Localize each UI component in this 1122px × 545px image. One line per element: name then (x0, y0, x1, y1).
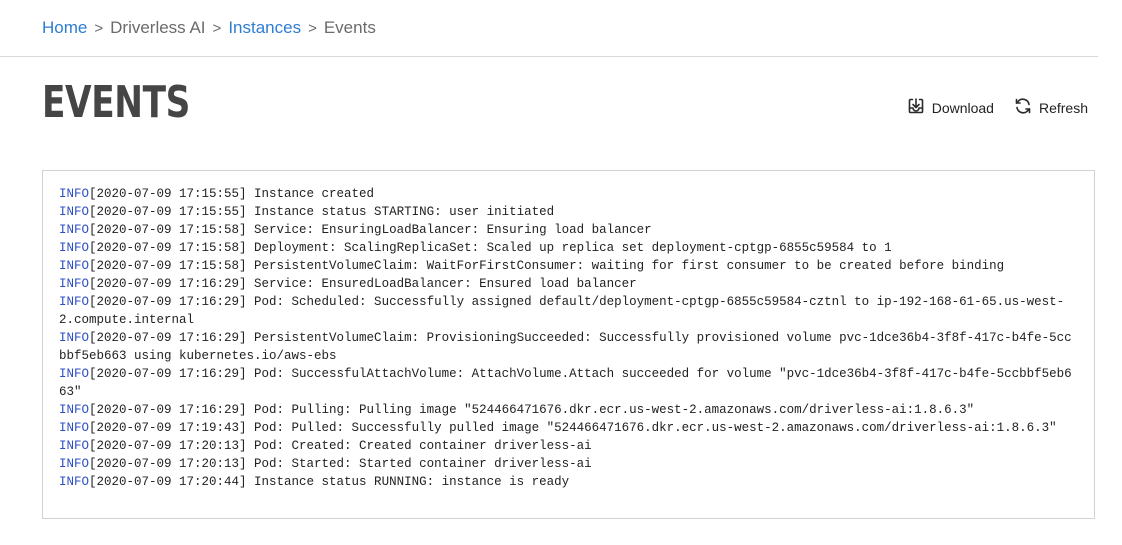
refresh-button[interactable]: Refresh (1014, 97, 1088, 118)
log-message: [2020-07-09 17:15:58] Service: EnsuringL… (89, 223, 652, 237)
log-message: [2020-07-09 17:16:29] Pod: Scheduled: Su… (59, 295, 1065, 327)
header-divider (0, 56, 1098, 57)
download-label: Download (931, 99, 994, 116)
log-line: INFO[2020-07-09 17:16:29] Pod: Scheduled… (59, 293, 1079, 329)
chevron-right-icon: > (212, 19, 222, 37)
log-line: INFO[2020-07-09 17:15:55] Instance statu… (59, 203, 1079, 221)
refresh-icon (1014, 97, 1039, 118)
log-level: INFO (59, 475, 90, 489)
breadcrumb-current-events: Events (323, 18, 376, 37)
log-message: [2020-07-09 17:15:55] Instance created (89, 187, 375, 201)
log-line: INFO[2020-07-09 17:16:29] Pod: Successfu… (59, 365, 1079, 401)
download-icon (907, 97, 932, 118)
log-line: INFO[2020-07-09 17:15:58] Deployment: Sc… (59, 239, 1079, 257)
breadcrumb: Home > Driverless AI > Instances > Event… (42, 17, 376, 39)
log-level: INFO (59, 439, 90, 453)
log-line: INFO[2020-07-09 17:20:13] Pod: Created: … (59, 437, 1079, 455)
log-message: [2020-07-09 17:15:58] PersistentVolumeCl… (89, 259, 1005, 273)
breadcrumb-instances-link[interactable]: Instances (228, 18, 301, 38)
event-log-panel[interactable]: INFO[2020-07-09 17:15:55] Instance creat… (42, 170, 1095, 519)
log-level: INFO (59, 205, 90, 219)
log-level: INFO (59, 277, 90, 291)
download-button[interactable]: Download (907, 97, 994, 118)
log-line: INFO[2020-07-09 17:15:58] Service: Ensur… (59, 221, 1079, 239)
log-line: INFO[2020-07-09 17:16:29] Service: Ensur… (59, 275, 1079, 293)
log-message: [2020-07-09 17:19:43] Pod: Pulled: Succe… (89, 421, 1057, 435)
chevron-right-icon: > (94, 19, 104, 37)
log-level: INFO (59, 331, 90, 345)
log-message: [2020-07-09 17:16:29] Service: EnsuredLo… (89, 277, 637, 291)
log-message: [2020-07-09 17:16:29] Pod: SuccessfulAtt… (59, 367, 1072, 399)
breadcrumb-driverless-ai: Driverless AI (110, 18, 206, 37)
log-message: [2020-07-09 17:20:44] Instance status RU… (89, 475, 570, 489)
log-message: [2020-07-09 17:15:58] Deployment: Scalin… (89, 241, 892, 255)
log-level: INFO (59, 367, 90, 381)
log-line: INFO[2020-07-09 17:20:13] Pod: Started: … (59, 455, 1079, 473)
log-message: [2020-07-09 17:16:29] PersistentVolumeCl… (59, 331, 1072, 363)
breadcrumb-home-link[interactable]: Home (42, 18, 87, 38)
refresh-label: Refresh (1038, 99, 1088, 116)
chevron-right-icon: > (308, 19, 317, 37)
log-level: INFO (59, 421, 90, 435)
log-line: INFO[2020-07-09 17:16:29] PersistentVolu… (59, 329, 1079, 365)
log-level: INFO (59, 241, 90, 255)
log-level: INFO (59, 295, 90, 309)
page-title: EVENTS (42, 77, 190, 128)
page-actions: Download Refresh (887, 97, 1088, 118)
log-level: INFO (59, 187, 90, 201)
log-level: INFO (59, 223, 90, 237)
log-message: [2020-07-09 17:20:13] Pod: Started: Star… (89, 457, 592, 471)
log-message: [2020-07-09 17:20:13] Pod: Created: Crea… (89, 439, 592, 453)
log-message: [2020-07-09 17:16:29] Pod: Pulling: Pull… (89, 403, 975, 417)
log-line: INFO[2020-07-09 17:15:55] Instance creat… (59, 185, 1079, 203)
log-level: INFO (59, 259, 90, 273)
log-line: INFO[2020-07-09 17:16:29] Pod: Pulling: … (59, 401, 1079, 419)
log-line: INFO[2020-07-09 17:19:43] Pod: Pulled: S… (59, 419, 1079, 437)
log-message: [2020-07-09 17:15:55] Instance status ST… (89, 205, 555, 219)
log-level: INFO (59, 457, 90, 471)
log-line: INFO[2020-07-09 17:15:58] PersistentVolu… (59, 257, 1079, 275)
log-line: INFO[2020-07-09 17:20:44] Instance statu… (59, 473, 1079, 491)
log-level: INFO (59, 403, 90, 417)
